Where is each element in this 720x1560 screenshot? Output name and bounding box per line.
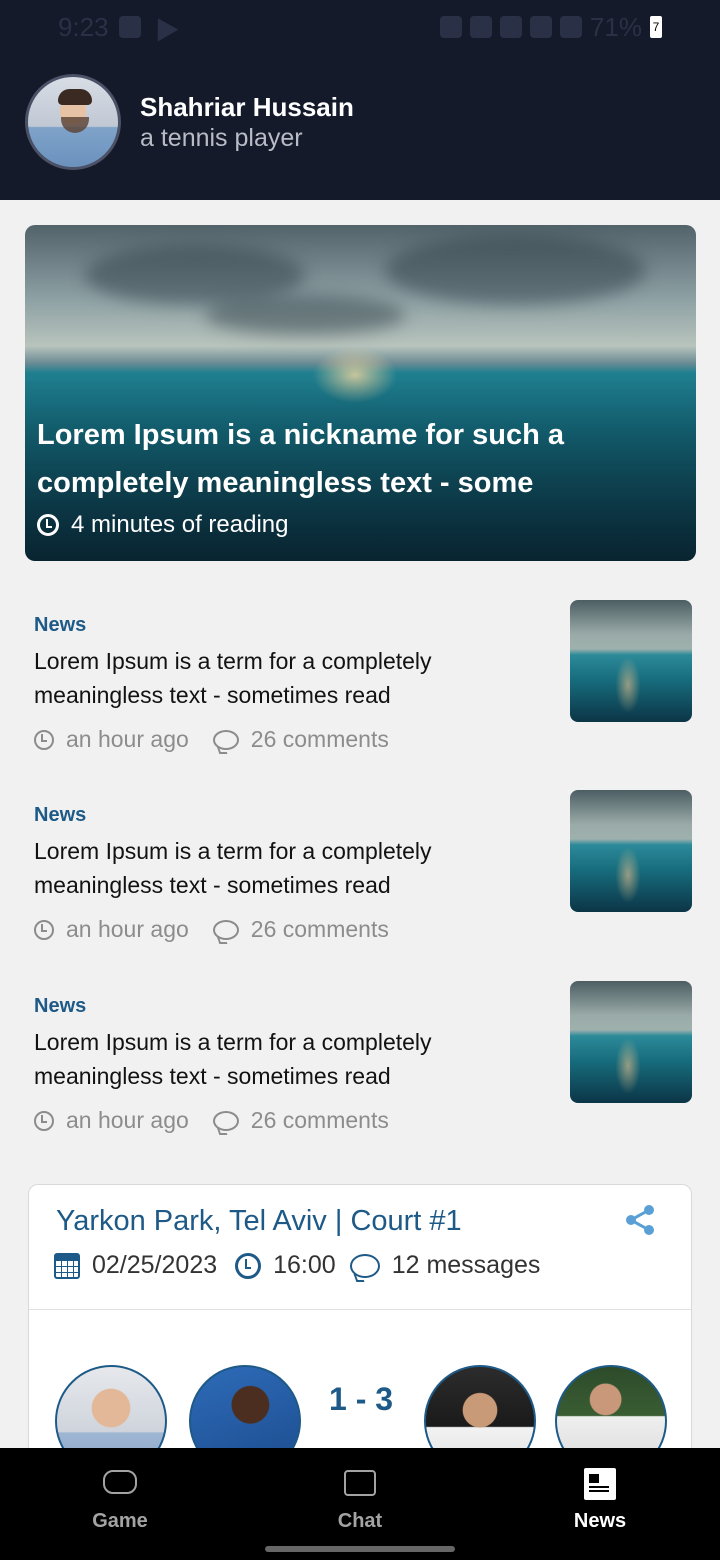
mute-icon — [499, 16, 522, 38]
clock-icon — [37, 514, 59, 536]
featured-article-title: Lorem Ipsum is a nickname for such a com… — [37, 419, 564, 499]
match-meta: 02/25/2023 16:00 12 messages — [54, 1251, 540, 1280]
match-card[interactable]: Yarkon Park, Tel Aviv | Court #1 02/25/2… — [28, 1184, 692, 1484]
news-category: News — [34, 804, 87, 826]
comment-icon — [212, 729, 239, 750]
news-comments[interactable]: 26 comments — [251, 1107, 389, 1134]
profile-avatar[interactable] — [25, 74, 121, 170]
app-header: 9:23 71% 7 Shahriar Hussain a tennis pla… — [0, 0, 720, 200]
match-venue: Yarkon Park, Tel Aviv | Court #1 — [56, 1205, 462, 1237]
news-list-item[interactable]: News Lorem Ipsum is a term for a complet… — [34, 790, 694, 944]
news-time: an hour ago — [66, 726, 189, 752]
match-score: 1 - 3 — [329, 1381, 394, 1417]
news-time: an hour ago — [66, 1107, 189, 1133]
match-date: 02/25/2023 — [92, 1251, 218, 1279]
newspaper-icon — [584, 1468, 616, 1500]
alarm-icon — [439, 16, 462, 38]
chat-bubble-icon — [344, 1470, 376, 1496]
battery-icon: 7 — [650, 16, 662, 38]
news-meta: an hour ago 26 comments — [34, 916, 389, 943]
news-meta: an hour ago 26 comments — [34, 726, 389, 753]
bluetooth-icon — [469, 16, 492, 38]
signal-icon — [559, 16, 582, 38]
reading-time: 4 minutes of reading — [71, 511, 289, 538]
match-time: 16:00 — [273, 1251, 336, 1279]
featured-article-meta: 4 minutes of reading — [37, 511, 288, 539]
calendar-icon — [54, 1252, 80, 1279]
battery-percent: 71% — [589, 11, 642, 42]
news-comments[interactable]: 26 comments — [251, 916, 389, 943]
telegram-icon — [147, 12, 179, 42]
profile-name: Shahriar Hussain — [140, 92, 354, 122]
wifi-icon — [529, 16, 552, 38]
comment-icon — [212, 919, 239, 940]
news-meta: an hour ago 26 comments — [34, 1107, 389, 1134]
news-category: News — [34, 614, 87, 636]
comment-icon — [212, 1110, 239, 1131]
home-indicator[interactable] — [265, 1546, 455, 1552]
match-messages[interactable]: 12 messages — [392, 1251, 541, 1280]
nav-label: News — [573, 1510, 627, 1532]
status-time: 9:23 — [58, 11, 109, 42]
message-icon — [349, 1253, 380, 1278]
news-list-item[interactable]: News Lorem Ipsum is a term for a complet… — [34, 981, 694, 1135]
nav-item-news[interactable]: News — [480, 1448, 720, 1560]
news-title: Lorem Ipsum is a term for a completely m… — [34, 1029, 432, 1089]
clock-icon — [34, 919, 54, 940]
gallery-icon — [118, 16, 141, 38]
clock-icon — [34, 1110, 54, 1131]
news-thumbnail — [570, 600, 692, 722]
clock-icon — [235, 1252, 262, 1279]
news-comments[interactable]: 26 comments — [251, 726, 389, 753]
share-icon[interactable] — [623, 1203, 657, 1237]
featured-article-card[interactable]: Lorem Ipsum is a nickname for such a com… — [25, 225, 696, 561]
clock-icon — [34, 729, 54, 750]
news-list-item[interactable]: News Lorem Ipsum is a term for a complet… — [34, 600, 694, 754]
news-category: News — [34, 995, 87, 1017]
divider — [29, 1309, 691, 1310]
nav-item-game[interactable]: Game — [0, 1448, 240, 1560]
profile-role: a tennis player — [140, 124, 303, 152]
news-title: Lorem Ipsum is a term for a completely m… — [34, 838, 432, 898]
nav-label: Game — [92, 1510, 148, 1532]
news-thumbnail — [570, 790, 692, 912]
gamepad-icon — [103, 1470, 137, 1494]
news-time: an hour ago — [66, 916, 189, 942]
news-thumbnail — [570, 981, 692, 1103]
nav-label: Chat — [337, 1510, 383, 1532]
nav-item-chat[interactable]: Chat — [240, 1448, 480, 1560]
bottom-navigation: Game Chat News — [0, 1448, 720, 1560]
news-title: Lorem Ipsum is a term for a completely m… — [34, 648, 432, 708]
status-bar: 9:23 71% 7 — [58, 10, 662, 44]
